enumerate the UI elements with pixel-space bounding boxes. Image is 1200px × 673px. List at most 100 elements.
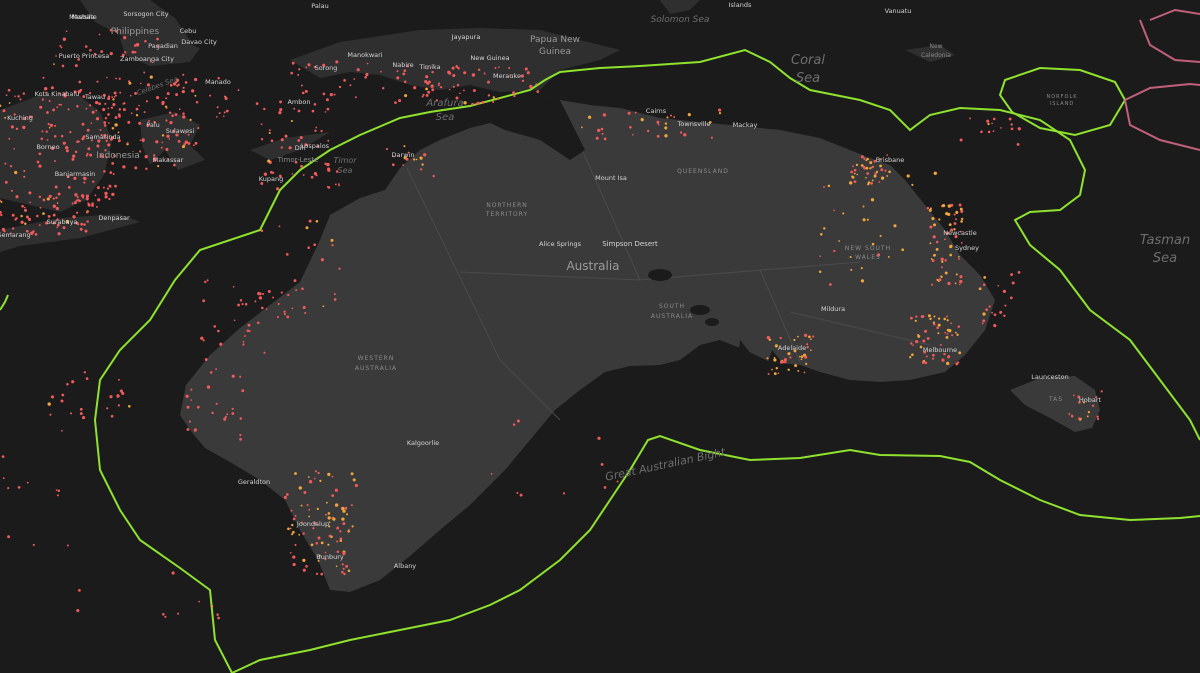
observation-point [298,533,301,536]
observation-point [287,527,290,531]
observation-point [925,355,928,358]
observation-point [193,77,198,82]
observation-point [66,544,69,547]
observation-point [793,338,796,342]
observation-point [290,119,293,123]
label-png-2: Guinea [539,47,571,57]
observation-point [38,164,42,168]
observation-point [865,176,867,179]
city-label: Dili [295,144,306,152]
city-label: Newcastle [943,229,976,237]
observation-point [302,558,306,563]
observation-point [820,233,823,236]
observation-point [911,353,914,357]
observation-point [156,37,159,41]
observation-point [48,126,51,129]
observation-point [1009,296,1013,300]
observation-point [280,146,283,149]
observation-point [669,114,673,117]
observation-point [83,371,86,374]
observation-point [308,508,311,511]
observation-point [138,104,140,107]
observation-point [991,122,993,125]
observation-point [202,299,206,303]
observation-point [933,171,937,175]
observation-point [520,74,524,78]
observation-point [487,80,490,84]
observation-point [958,283,961,286]
observation-point [402,164,405,167]
observation-point [71,157,75,161]
observation-point [901,248,905,252]
observation-point [516,419,520,423]
observation-point [421,163,424,166]
observation-point [986,119,990,123]
observation-point [335,565,338,568]
observation-point [302,568,306,572]
observation-point [3,228,6,231]
observation-point [529,84,533,89]
observation-point [55,489,58,491]
observation-point [58,103,61,106]
observation-point [345,564,349,568]
observation-point [107,107,110,110]
observation-point [195,101,199,104]
observation-point [365,72,369,77]
observation-point [61,393,65,397]
observation-point [289,551,292,554]
observation-point [448,71,452,75]
observation-point [880,168,884,172]
observation-point [85,211,89,214]
map-canvas[interactable]: Australia NORTHERN TERRITORY QUEENSLAND … [0,0,1200,673]
observation-point [292,517,296,521]
observation-point [320,572,324,576]
label-png-1: Papua New [530,35,580,45]
observation-point [452,73,456,78]
observation-point [788,352,791,354]
observation-point [931,217,935,221]
observation-point [83,223,86,226]
observation-point [305,226,309,230]
observation-point [866,172,870,175]
observation-point [114,116,118,119]
observation-point [112,173,115,175]
observation-point [944,259,947,262]
observation-point [210,605,214,608]
observation-point [276,315,279,319]
observation-point [315,541,319,545]
observation-point [521,79,525,82]
observation-point [191,89,195,93]
observation-point [169,120,173,125]
observation-point [85,107,88,110]
observation-point [52,197,55,200]
observation-point [958,255,960,258]
observation-point [46,139,49,141]
observation-point [1096,417,1100,421]
observation-point [944,331,947,334]
observation-point [278,225,281,228]
observation-point [161,134,165,137]
observation-point [156,96,160,100]
observation-point [940,266,943,269]
observation-point [72,154,76,158]
observation-point [1070,414,1074,418]
observation-point [944,271,948,275]
observation-point [798,355,801,358]
observation-point [804,355,808,359]
observation-point [402,72,406,76]
observation-point [953,213,956,216]
observation-point [65,149,69,153]
observation-point [267,159,271,163]
observation-point [343,79,346,82]
observation-point [404,94,408,98]
observation-point [961,217,964,221]
observation-point [773,372,777,376]
observation-point [718,112,722,115]
observation-point [800,358,803,361]
observation-point [863,167,866,170]
observation-point [929,225,933,229]
observation-point [103,124,107,127]
observation-point [279,108,283,112]
observation-point [161,141,164,144]
observation-point [487,94,491,97]
